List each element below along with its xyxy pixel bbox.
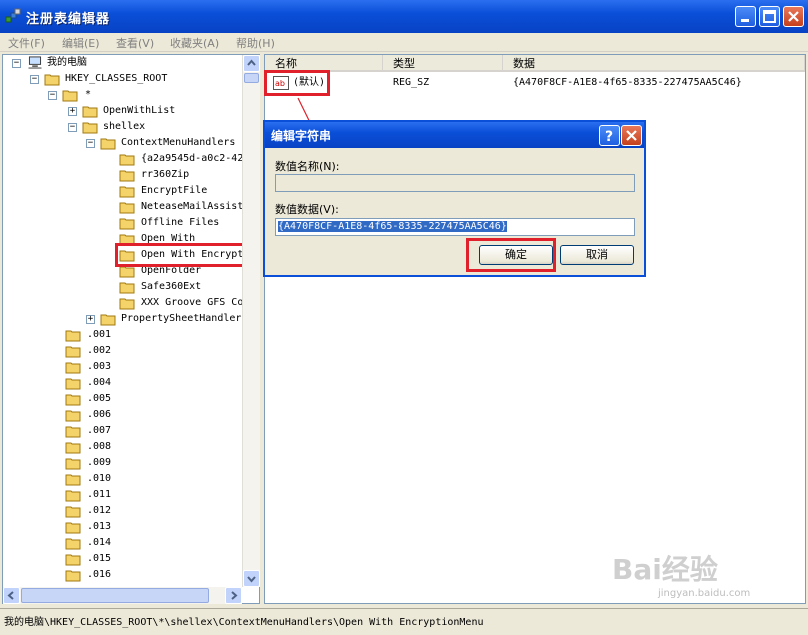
value-data-label: 数值数据(V): (275, 203, 339, 216)
value-name-field (275, 174, 635, 192)
svg-text:?: ? (605, 129, 613, 145)
watermark-brand: Bai经验 (612, 553, 718, 586)
watermark-url: jingyan.baidu.com (658, 588, 751, 599)
cancel-button[interactable]: 取消 (560, 245, 634, 265)
close-icon (626, 130, 637, 141)
dialog-title-bar[interactable]: 编辑字符串 ? (265, 122, 644, 148)
value-data-input[interactable]: {A470F8CF-A1E8-4f65-8335-227475AA5C46} (275, 218, 635, 236)
edit-string-dialog[interactable]: 编辑字符串 ? 数值名称(N): 数值数据(V): {A470F8CF-A1E8… (263, 120, 646, 277)
dialog-close-button[interactable] (621, 125, 642, 146)
baidu-watermark-logo: Bai经验 jingyan.baidu.com (612, 548, 798, 604)
value-data-selected-text: {A470F8CF-A1E8-4f65-8335-227475AA5C46} (278, 221, 507, 232)
status-path: 我的电脑\HKEY_CLASSES_ROOT\*\shellex\Context… (4, 617, 484, 628)
status-bar: 我的电脑\HKEY_CLASSES_ROOT\*\shellex\Context… (0, 608, 808, 635)
help-icon: ? (605, 129, 613, 145)
help-button[interactable]: ? (599, 125, 620, 146)
dialog-title: 编辑字符串 (271, 129, 332, 143)
highlight-ok-button (466, 238, 556, 272)
annotation-arrow (297, 97, 356, 212)
value-name-label: 数值名称(N): (275, 160, 340, 173)
